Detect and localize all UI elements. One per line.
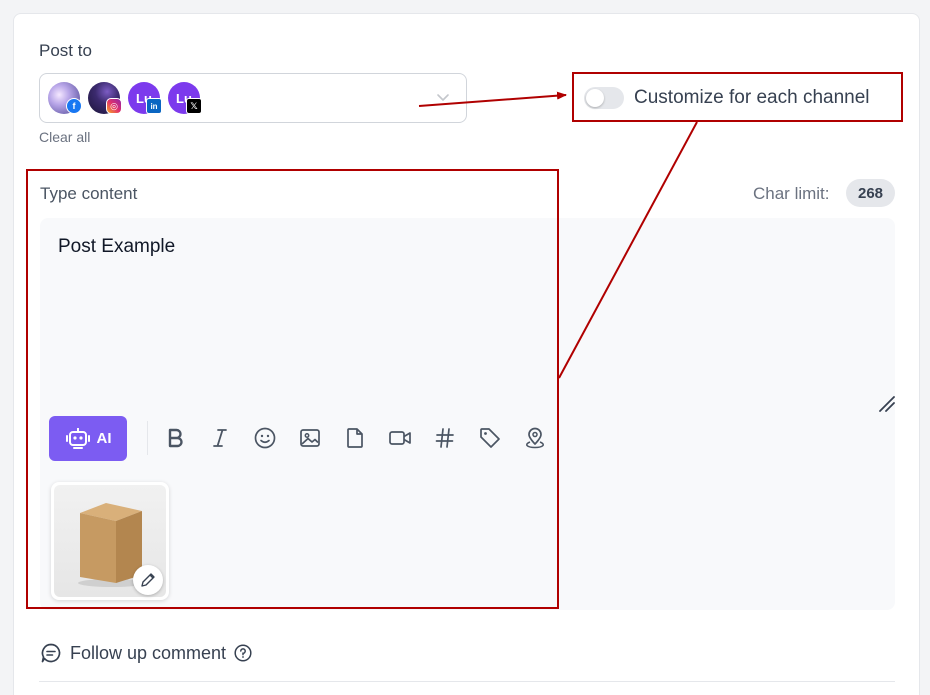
follow-up-label: Follow up comment bbox=[70, 642, 227, 663]
resize-handle-icon[interactable] bbox=[877, 394, 897, 414]
customize-toggle-row: Customize for each channel bbox=[572, 72, 903, 122]
section-divider bbox=[39, 681, 895, 682]
facebook-icon: f bbox=[66, 98, 82, 114]
instagram-icon: ◎ bbox=[106, 98, 122, 114]
chevron-down-icon[interactable] bbox=[434, 88, 452, 106]
help-icon[interactable] bbox=[234, 644, 252, 662]
follow-up-comment-row[interactable]: Follow up comment bbox=[40, 642, 252, 664]
customize-label: Customize for each channel bbox=[634, 87, 870, 108]
annotation-box-content bbox=[26, 169, 559, 609]
comment-icon bbox=[41, 643, 61, 663]
char-limit-badge: 268 bbox=[846, 179, 895, 207]
x-icon: 𝕏 bbox=[186, 98, 202, 114]
toggle-knob bbox=[586, 89, 604, 107]
linkedin-icon: in bbox=[146, 98, 162, 114]
post-to-label: Post to bbox=[39, 41, 92, 60]
channel-selector[interactable]: f ◎ Lu in Lu 𝕏 bbox=[39, 73, 467, 123]
customize-toggle[interactable] bbox=[584, 87, 624, 109]
char-limit-label: Char limit: bbox=[753, 184, 830, 203]
clear-all-link[interactable]: Clear all bbox=[39, 129, 90, 145]
